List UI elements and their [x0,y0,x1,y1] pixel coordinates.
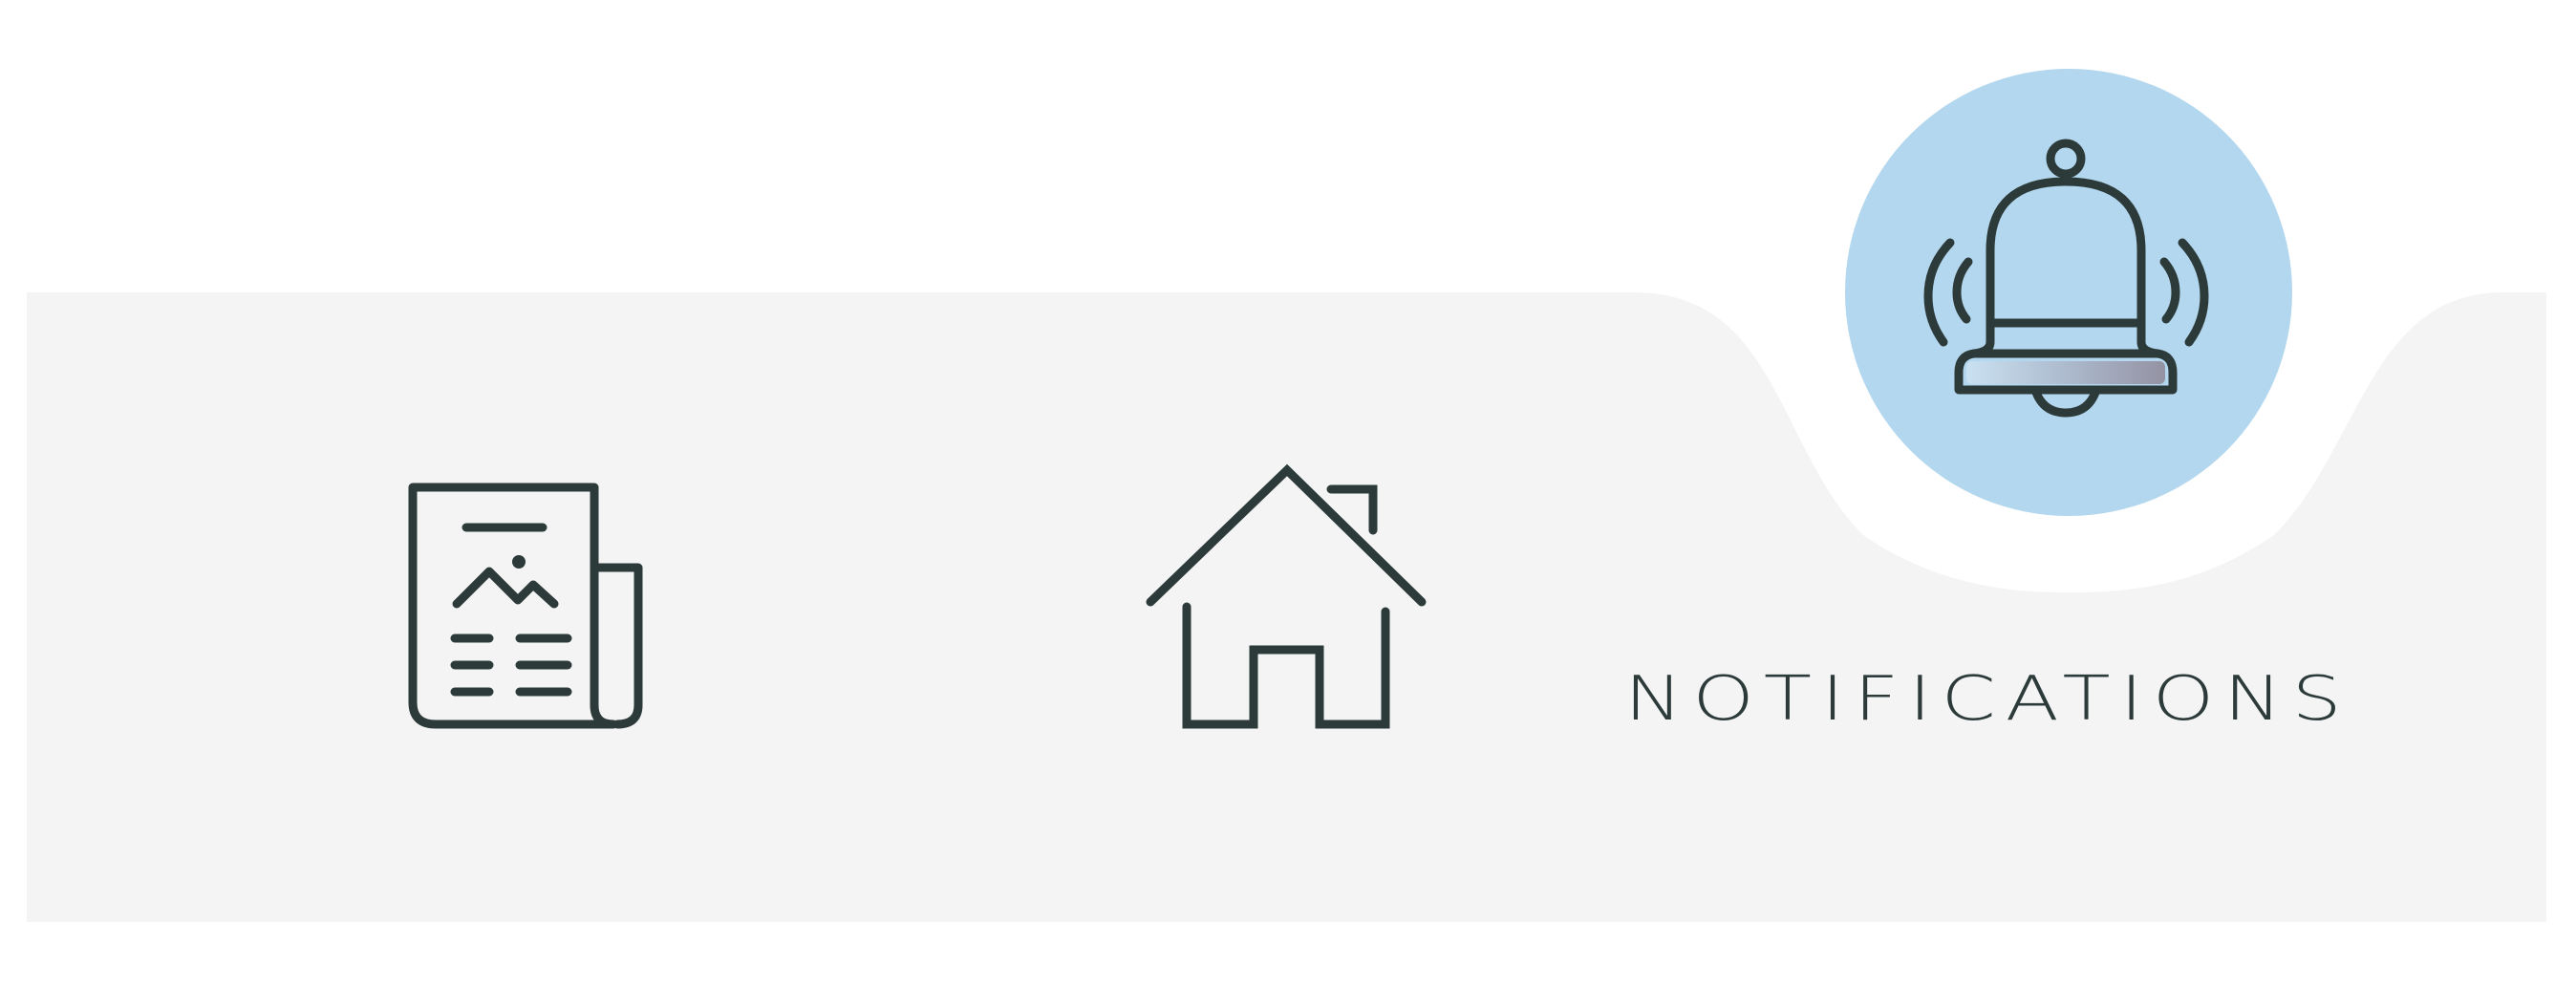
nav-item-home[interactable] [1137,449,1452,755]
house-icon [1146,463,1427,729]
nav-item-news[interactable] [382,468,669,755]
bottom-navigation-bar: NOTIFICATIONS [0,0,2576,988]
newspaper-icon [408,483,643,729]
notifications-label: NOTIFICATIONS [1624,663,2351,735]
bell-icon [1923,139,2209,418]
nav-item-notifications[interactable] [1806,57,2360,535]
